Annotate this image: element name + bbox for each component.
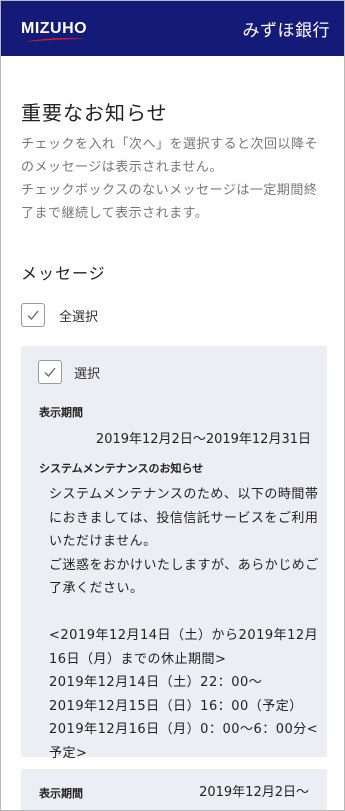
intro-line-2: チェックボックスのないメッセージは一定期間終了まで継続して表示されます。 — [21, 183, 318, 221]
page-title: 重要なお知らせ — [21, 101, 168, 125]
display-period-value: 2019年12月2日〜 — [199, 785, 309, 800]
message-title: システムメンテナンスのお知らせ — [39, 462, 204, 475]
intro-text: チェックを入れ「次へ」を選択すると次回以降そのメッセージは表示されません。 チェ… — [21, 133, 326, 225]
intro-line-1: チェックを入れ「次へ」を選択すると次回以降そのメッセージは表示されません。 — [21, 137, 319, 175]
display-period-label: 表示期間 — [39, 406, 83, 419]
message-card: 表示期間 2019年12月2日〜 — [21, 769, 327, 810]
check-icon — [27, 310, 39, 320]
logo-swoosh-icon — [24, 37, 86, 42]
select-all-checkbox[interactable] — [21, 303, 45, 327]
header: MIZUHO みずほ銀行 — [1, 1, 344, 56]
display-period-value: 2019年12月2日〜2019年12月31日 — [95, 432, 311, 447]
bank-name: みずほ銀行 — [242, 21, 330, 41]
message-select[interactable]: 選択 — [38, 360, 100, 384]
app-frame: MIZUHO みずほ銀行 重要なお知らせ チェックを入れ「次へ」を選択すると次回… — [0, 0, 345, 811]
message-checkbox[interactable] — [38, 360, 62, 384]
display-period-label: 表示期間 — [39, 787, 83, 800]
mizuho-logo[interactable]: MIZUHO — [21, 19, 88, 42]
select-all-label: 全選択 — [59, 309, 99, 325]
message-body: システムメンテナンスのため、以下の時間帯におきましては、投信信託サービスをご利用… — [49, 487, 319, 761]
message-select-label: 選択 — [74, 366, 101, 382]
logo-text: MIZUHO — [21, 19, 88, 37]
check-icon — [44, 367, 56, 377]
message-card: 選択 表示期間 2019年12月2日〜2019年12月31日 システムメンテナン… — [21, 346, 327, 761]
messages-heading: メッセージ — [21, 264, 106, 283]
select-all[interactable]: 全選択 — [21, 303, 98, 327]
